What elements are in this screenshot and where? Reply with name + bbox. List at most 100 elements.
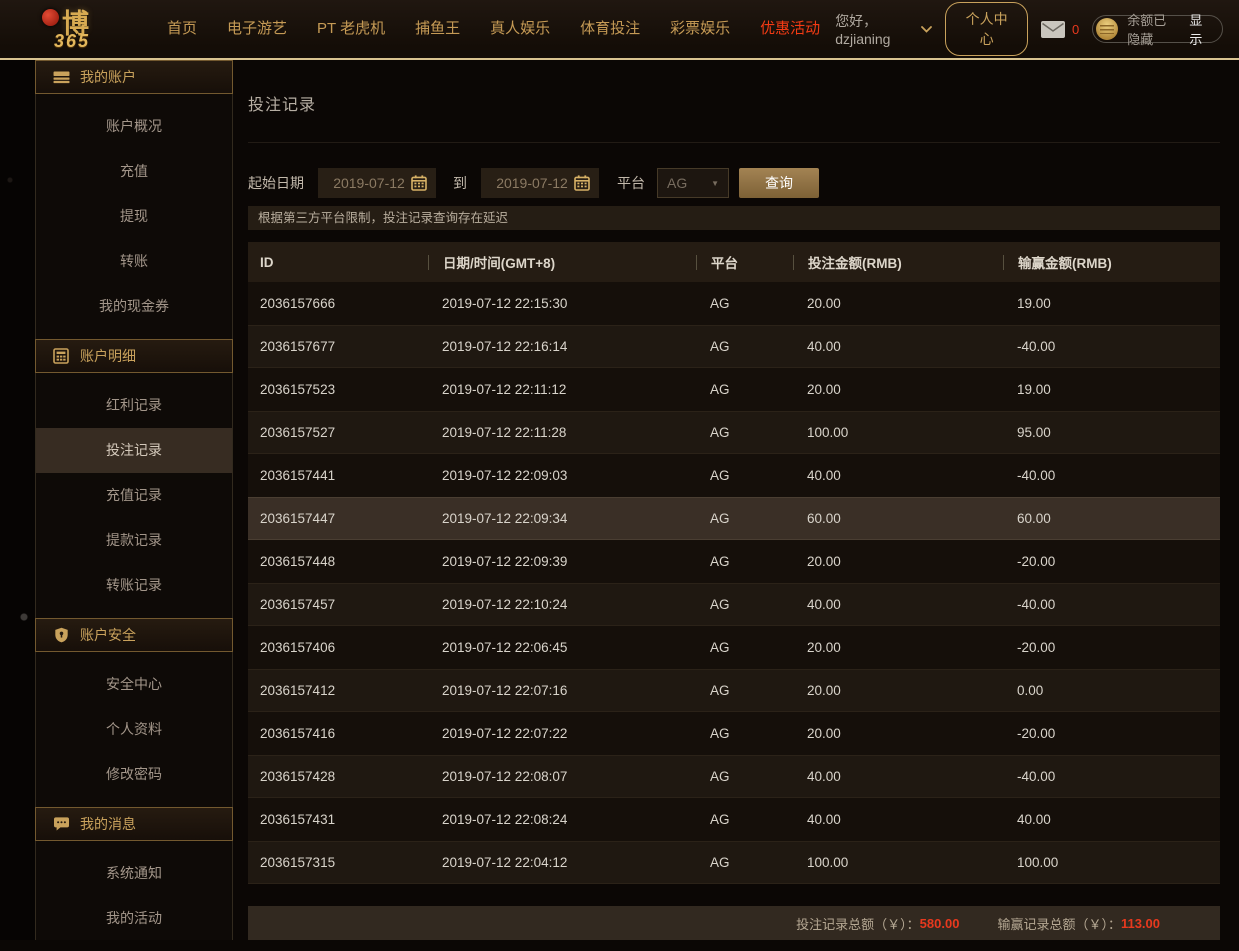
table-row[interactable]: 2036157315 2019-07-12 22:04:12 AG 100.00 100… xyxy=(248,841,1220,884)
sidebar-item[interactable]: 提现 xyxy=(36,194,232,239)
shield-icon xyxy=(52,627,70,643)
notice-bar: 根据第三方平台限制，投注记录查询存在延迟 xyxy=(248,206,1220,230)
end-date-input[interactable]: 2019-07-12 xyxy=(481,168,599,198)
user-greeting[interactable]: 您好，dzjianing xyxy=(835,11,933,47)
sidebar-section-header[interactable]: 账户安全 xyxy=(35,618,233,652)
sidebar-item[interactable]: 修改密码 xyxy=(36,752,232,797)
sidebar-item[interactable]: 红利记录 xyxy=(36,383,232,428)
credit-card-icon xyxy=(52,70,70,85)
table-row[interactable]: 2036157406 2019-07-12 22:06:45 AG 20.00 -20.… xyxy=(248,626,1220,669)
table-row[interactable]: 2036157666 2019-07-12 22:15:30 AG 20.00 19.0… xyxy=(248,282,1220,325)
bet-records-table: ID 日期/时间(GMT+8) 平台 投注金额(RMB) 输赢金额(RMB) 20361… xyxy=(248,242,1220,884)
nav-item[interactable]: 彩票娱乐 xyxy=(655,0,745,58)
table-cell: 2019-07-12 22:09:03 xyxy=(442,468,568,483)
nav-item[interactable]: 真人娱乐 xyxy=(475,0,565,58)
table-cell: 60.00 xyxy=(807,511,841,526)
table-row[interactable]: 2036157448 2019-07-12 22:09:39 AG 20.00 -20.… xyxy=(248,540,1220,583)
to-label: 到 xyxy=(453,175,467,191)
table-cell: AG xyxy=(710,511,730,526)
calendar-icon[interactable] xyxy=(411,175,427,191)
search-button[interactable]: 查询 xyxy=(739,168,819,198)
table-cell: 19.00 xyxy=(1017,382,1051,397)
sidebar-section-label: 账户安全 xyxy=(80,627,136,643)
sidebar-item[interactable]: 系统通知 xyxy=(36,851,232,896)
sidebar-item[interactable]: 提款记录 xyxy=(36,518,232,563)
table-cell: 20.00 xyxy=(807,640,841,655)
sidebar-item[interactable]: 账户概况 xyxy=(36,104,232,149)
table-cell: 2036157412 xyxy=(260,683,336,698)
sidebar-item[interactable]: 我的现金券 xyxy=(36,284,232,329)
table-cell: 40.00 xyxy=(807,339,841,354)
table-cell: 100.00 xyxy=(807,425,849,440)
table-cell: AG xyxy=(710,468,730,483)
start-date-value: 2019-07-12 xyxy=(333,175,405,191)
sidebar-item[interactable]: 充值记录 xyxy=(36,473,232,518)
table-row[interactable]: 2036157677 2019-07-12 22:16:14 AG 40.00 -40.… xyxy=(248,325,1220,368)
table-cell: 40.00 xyxy=(807,468,841,483)
table-cell: -40.00 xyxy=(1017,339,1056,354)
table-cell: 2036157447 xyxy=(260,511,336,526)
table-cell: AG xyxy=(710,726,730,741)
mail-button[interactable]: 0 xyxy=(1041,20,1079,38)
sidebar-item[interactable]: 我的活动 xyxy=(36,896,232,941)
table-cell: 2036157448 xyxy=(260,554,336,569)
table-cell: 100.00 xyxy=(807,855,849,870)
nav-item[interactable]: 体育投注 xyxy=(565,0,655,58)
table-row[interactable]: 2036157457 2019-07-12 22:10:24 AG 40.00 -40.… xyxy=(248,583,1220,626)
table-cell: AG xyxy=(710,425,730,440)
table-row[interactable]: 2036157523 2019-07-12 22:11:12 AG 20.00 19.0… xyxy=(248,368,1220,411)
table-cell: 19.00 xyxy=(1017,296,1051,311)
sidebar-item[interactable]: 投注记录 xyxy=(36,428,232,473)
filter-row: 起始日期 2019-07-12 到 2019-07-12 平台 AG ▼ 查询 xyxy=(248,168,1220,198)
table-cell: 2019-07-12 22:11:28 xyxy=(442,425,567,440)
column-header: 输赢金额(RMB) xyxy=(1003,242,1220,282)
table-row[interactable]: 2036157527 2019-07-12 22:11:28 AG 100.00 95.… xyxy=(248,411,1220,454)
table-cell: 2036157406 xyxy=(260,640,336,655)
platform-select[interactable]: AG ▼ xyxy=(657,168,729,198)
nav-item[interactable]: 优惠活动 xyxy=(745,0,835,58)
table-row[interactable]: 2036157441 2019-07-12 22:09:03 AG 40.00 -40.… xyxy=(248,454,1220,497)
table-cell: 2036157677 xyxy=(260,339,336,354)
table-cell: 60.00 xyxy=(1017,511,1051,526)
show-balance-button[interactable]: 显示 xyxy=(1189,10,1209,48)
sidebar-section-header[interactable]: 我的消息 xyxy=(35,807,233,841)
table-cell: 2036157315 xyxy=(260,855,336,870)
table-cell: 2019-07-12 22:08:07 xyxy=(442,769,568,784)
table-cell: 2019-07-12 22:07:16 xyxy=(442,683,568,698)
table-cell: 40.00 xyxy=(807,812,841,827)
sidebar-item[interactable]: 充值 xyxy=(36,149,232,194)
nav-item[interactable]: 电子游艺 xyxy=(212,0,302,58)
greeting-text: 您好，dzjianing xyxy=(835,13,891,47)
site-logo[interactable]: 博 365 xyxy=(26,0,138,58)
nav-item[interactable]: 捕鱼王 xyxy=(400,0,475,58)
sidebar-section-label: 账户明细 xyxy=(80,348,136,364)
calendar-icon[interactable] xyxy=(574,175,590,191)
sidebar-item[interactable]: 个人资料 xyxy=(36,707,232,752)
nav-item[interactable]: 首页 xyxy=(152,0,212,58)
table-cell: AG xyxy=(710,640,730,655)
start-date-input[interactable]: 2019-07-12 xyxy=(318,168,436,198)
table-cell: AG xyxy=(710,855,730,870)
sidebar-section-header[interactable]: 账户明细 xyxy=(35,339,233,373)
profile-center-button[interactable]: 个人中心 xyxy=(945,2,1029,56)
sidebar-section-header[interactable]: 我的账户 xyxy=(35,60,233,94)
table-cell: AG xyxy=(710,812,730,827)
page-title: 投注记录 xyxy=(248,97,317,114)
table-row[interactable]: 2036157428 2019-07-12 22:08:07 AG 40.00 -40.… xyxy=(248,755,1220,798)
dropdown-arrow-icon: ▼ xyxy=(711,178,719,188)
column-header: 投注金额(RMB) xyxy=(793,242,1003,282)
table-row[interactable]: 2036157416 2019-07-12 22:07:22 AG 20.00 -20.… xyxy=(248,712,1220,755)
table-cell: 0.00 xyxy=(1017,683,1044,698)
table-row[interactable]: 2036157431 2019-07-12 22:08:24 AG 40.00 40.0… xyxy=(248,798,1220,841)
envelope-icon xyxy=(1041,20,1066,38)
table-row[interactable]: 2036157447 2019-07-12 22:09:34 AG 60.00 60.0… xyxy=(248,497,1220,540)
topbar-right: 您好，dzjianing 个人中心 0 余额已隐藏 显示 xyxy=(835,2,1223,56)
table-cell: 20.00 xyxy=(807,296,841,311)
table-header: ID 日期/时间(GMT+8) 平台 投注金额(RMB) 输赢金额(RMB) xyxy=(248,242,1220,282)
sidebar-item[interactable]: 转账记录 xyxy=(36,563,232,608)
nav-item[interactable]: PT 老虎机 xyxy=(302,0,400,58)
balance-pill[interactable]: 余额已隐藏 显示 xyxy=(1092,13,1223,47)
sidebar-item[interactable]: 安全中心 xyxy=(36,662,232,707)
sidebar-item[interactable]: 转账 xyxy=(36,239,232,284)
table-row[interactable]: 2036157412 2019-07-12 22:07:16 AG 20.00 0.00 xyxy=(248,669,1220,712)
